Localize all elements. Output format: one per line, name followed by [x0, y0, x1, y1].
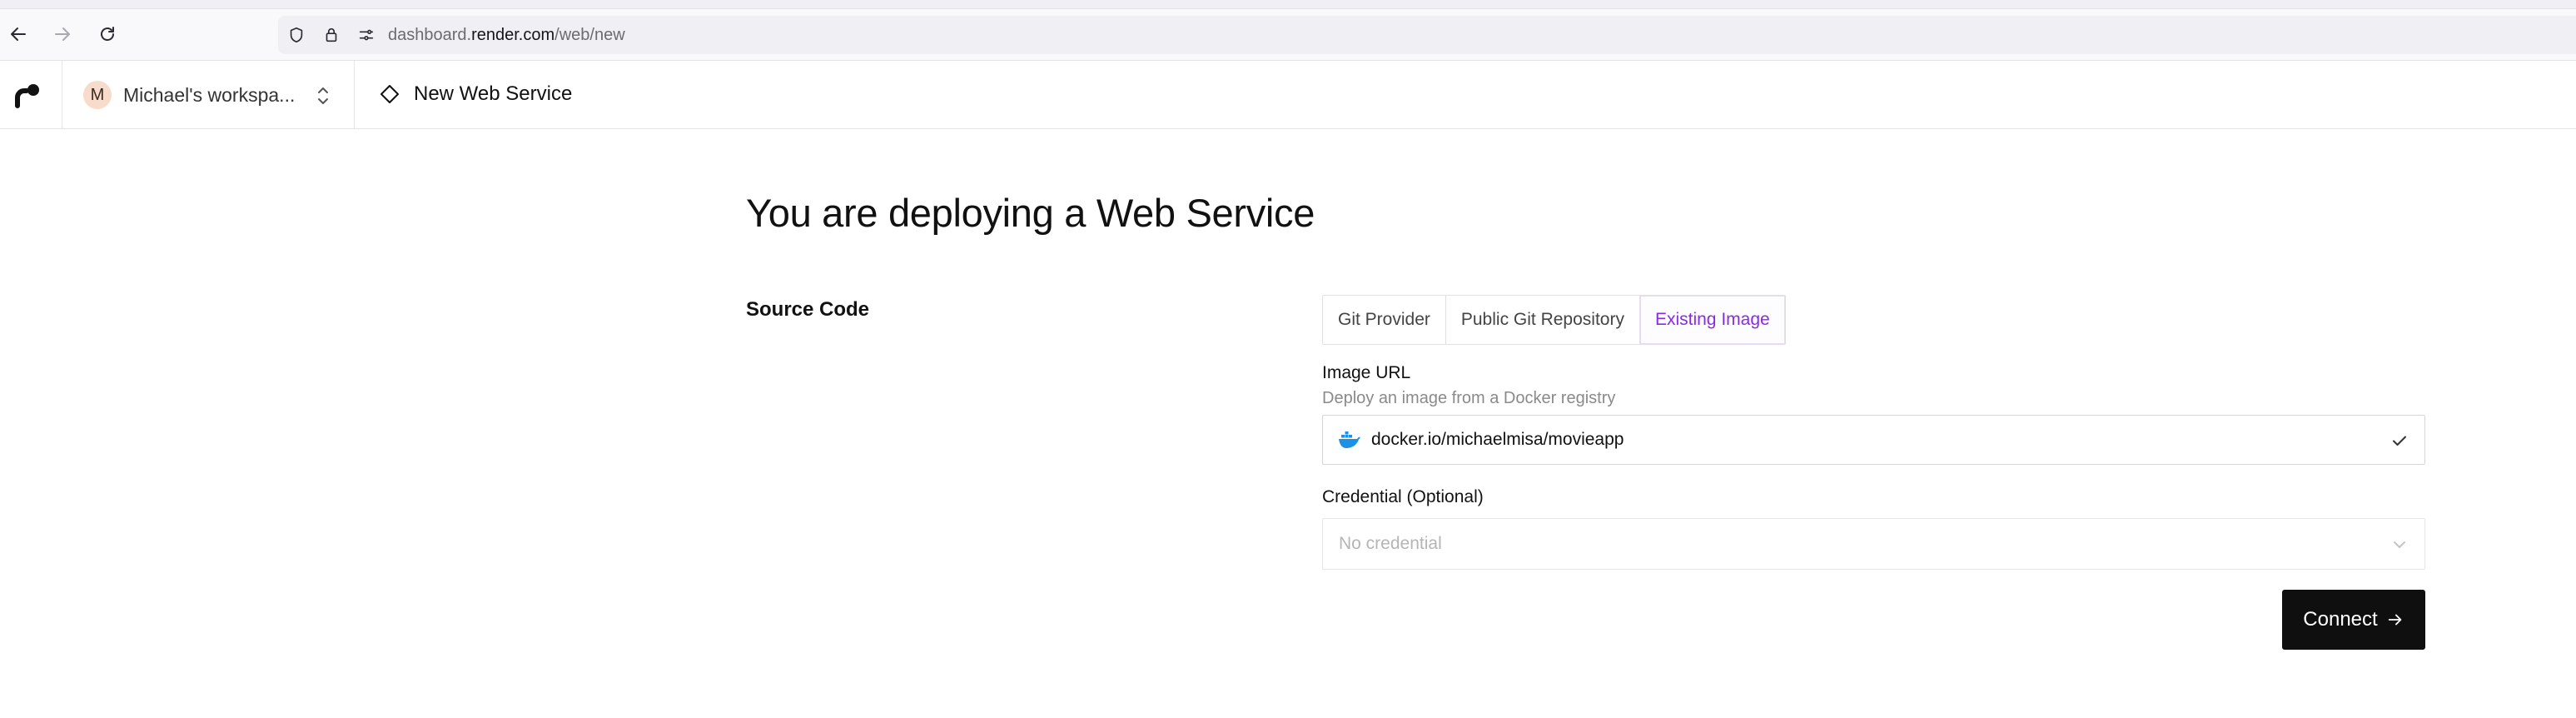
section-label-source-code: Source Code — [746, 298, 870, 321]
tab-existing-image[interactable]: Existing Image — [1639, 296, 1785, 344]
browser-toolbar: dashboard.render.com/web/new — [0, 9, 2576, 61]
chevron-down-icon — [2394, 541, 2405, 548]
credential-label: Credential (Optional) — [1322, 487, 1484, 506]
credential-placeholder: No credential — [1339, 534, 1442, 553]
diamond-icon — [380, 85, 399, 103]
workspace-name: Michael's workspa... — [123, 83, 296, 106]
url-text[interactable]: dashboard.render.com/web/new — [388, 25, 625, 45]
image-url-input[interactable]: docker.io/michaelmisa/movieapp — [1322, 415, 2425, 465]
connect-button[interactable]: Connect — [2282, 590, 2425, 650]
app-header: M Michael's workspa... New Web Service — [0, 61, 2576, 129]
avatar: M — [83, 81, 112, 109]
credential-select[interactable]: No credential — [1322, 518, 2425, 570]
image-url-help: Deploy an image from a Docker registry — [1322, 389, 1616, 407]
shield-icon[interactable] — [286, 25, 306, 45]
breadcrumb: New Web Service — [379, 82, 572, 106]
render-logo-icon[interactable] — [12, 81, 42, 111]
docker-icon — [1339, 431, 1360, 448]
tab-git-provider[interactable]: Git Provider — [1323, 296, 1446, 344]
page-title: You are deploying a Web Service — [746, 191, 1315, 235]
workspace-switcher[interactable]: M Michael's workspa... — [83, 81, 295, 109]
breadcrumb-label: New Web Service — [414, 82, 573, 105]
image-url-label: Image URL — [1322, 363, 1411, 382]
permissions-icon[interactable] — [356, 25, 376, 45]
chevron-updown-icon[interactable] — [313, 84, 333, 107]
browser-tab-strip — [0, 0, 2576, 9]
arrow-right-icon — [2388, 614, 2402, 626]
tab-public-git-repository[interactable]: Public Git Repository — [1445, 296, 1640, 344]
check-icon — [2393, 436, 2406, 446]
reload-icon[interactable] — [91, 17, 124, 51]
lock-icon[interactable] — [321, 25, 341, 45]
header-divider — [354, 61, 355, 129]
source-tabs: Git Provider Public Git Repository Exist… — [1322, 295, 1786, 345]
back-arrow-icon[interactable] — [2, 17, 35, 51]
address-bar[interactable]: dashboard.render.com/web/new — [278, 16, 2576, 54]
forward-arrow-icon[interactable] — [46, 17, 79, 51]
connect-button-label: Connect — [2303, 608, 2378, 631]
image-url-value: docker.io/michaelmisa/movieapp — [1371, 430, 1624, 449]
